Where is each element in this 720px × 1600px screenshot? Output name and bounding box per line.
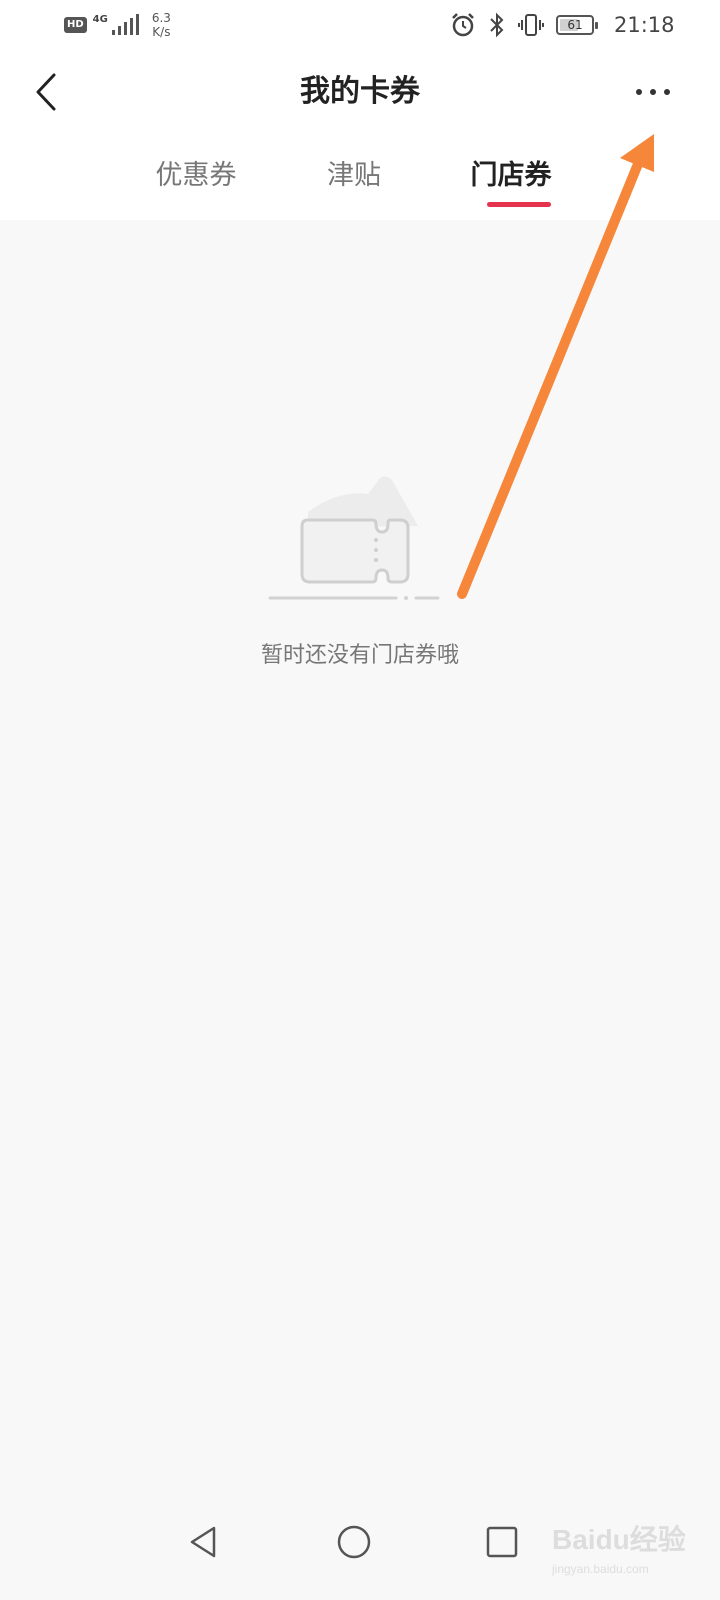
nav-recents-button[interactable] [480,1520,524,1564]
back-triangle-icon [190,1526,216,1558]
nav-home-button[interactable] [332,1520,376,1564]
bluetooth-icon [490,12,504,38]
network-type: 4G [92,13,108,25]
ticket-icon [268,476,440,600]
more-button[interactable] [626,76,680,108]
watermark-logo: Baidu经验 [552,1524,686,1555]
hd-badge: HD [64,17,87,33]
vibrate-icon [518,14,544,36]
status-left: HD 4G 6.3 K/s [64,8,171,42]
tab-coupons[interactable]: 优惠券 [156,156,237,196]
more-dot [636,89,642,95]
home-circle-icon [337,1525,371,1559]
nav-back-button[interactable] [180,1520,224,1564]
battery-level: 61 [567,18,583,32]
network-speed: 6.3 K/s [152,11,171,39]
more-dot [664,89,670,95]
empty-message: 暂时还没有门店券哦 [260,643,459,668]
speed-unit: K/s [152,25,171,39]
status-bar: HD 4G 6.3 K/s 61 21:18 [0,0,720,50]
alarm-icon [452,13,474,37]
arrow-icon [457,134,654,599]
page-title: 我的卡券 [300,74,420,109]
battery-icon: 61 [556,15,598,35]
recents-square-icon [486,1526,518,1558]
clock: 21:18 [614,13,675,37]
more-dot [650,89,656,95]
tab-allowance[interactable]: 津贴 [327,156,381,196]
signal-icon [111,14,139,35]
speed-value: 6.3 [151,11,171,25]
watermark-url: jingyan.baidu.com [552,1562,649,1576]
watermark: Baidu经验 jingyan.baidu.com [540,1500,720,1590]
status-right: 61 21:18 [450,12,675,38]
